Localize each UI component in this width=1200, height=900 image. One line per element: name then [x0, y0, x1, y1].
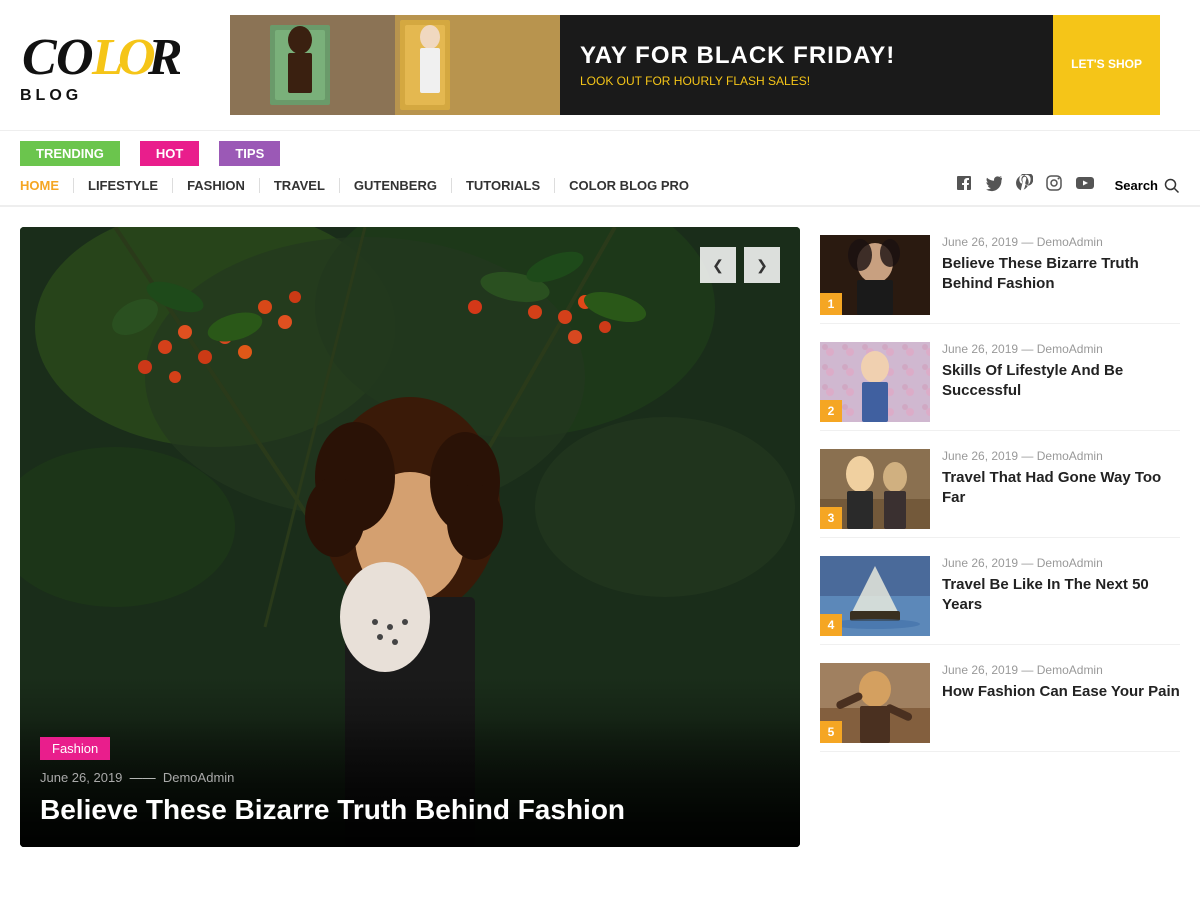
- search-label: Search: [1115, 178, 1158, 193]
- nav-travel[interactable]: TRAVEL: [260, 178, 340, 193]
- banner-cta-button[interactable]: LET'S SHOP: [1053, 15, 1160, 115]
- youtube-icon[interactable]: [1075, 174, 1095, 197]
- sidebar-title-2[interactable]: Skills Of Lifestyle And Be Successful: [942, 361, 1180, 400]
- nav-gutenberg[interactable]: GUTENBERG: [340, 178, 452, 193]
- nav-tags-bar: TRENDING HOT TIPS: [0, 131, 1200, 166]
- sidebar-thumb-5: 5: [820, 663, 930, 743]
- thumb-number-1: 1: [820, 293, 842, 315]
- banner-subtext: LOOK OUT FOR HOURLY FLASH SALES!: [580, 74, 1033, 88]
- tag-tips[interactable]: TIPS: [219, 141, 280, 166]
- sidebar-item: 1 June 26, 2019 — DemoAdmin Believe Thes…: [820, 227, 1180, 324]
- sidebar-title-4[interactable]: Travel Be Like In The Next 50 Years: [942, 575, 1180, 614]
- slider-nav: ❮ ❯: [700, 247, 780, 283]
- sidebar-thumb-2: 2: [820, 342, 930, 422]
- sidebar-meta-5: June 26, 2019 — DemoAdmin: [942, 663, 1180, 677]
- svg-text:C: C: [22, 29, 58, 81]
- featured-category-tag[interactable]: Fashion: [40, 737, 110, 760]
- nav-links: HOME LIFESTYLE FASHION TRAVEL GUTENBERG …: [20, 178, 935, 193]
- nav-colorblogpro[interactable]: COLOR BLOG PRO: [555, 178, 703, 193]
- next-slide-button[interactable]: ❯: [744, 247, 780, 283]
- sidebar-item-info-1: June 26, 2019 — DemoAdmin Believe These …: [942, 235, 1180, 293]
- nav-home[interactable]: HOME: [20, 178, 74, 193]
- featured-author: DemoAdmin: [163, 770, 235, 785]
- facebook-icon[interactable]: [955, 174, 973, 197]
- banner-image: [230, 15, 560, 115]
- tag-hot[interactable]: HOT: [140, 141, 199, 166]
- ad-banner: YAY FOR BLACK FRIDAY! LOOK OUT FOR HOURL…: [230, 15, 1160, 115]
- search-icon: [1164, 178, 1180, 194]
- sidebar-item: 4 June 26, 2019 — DemoAdmin Travel Be Li…: [820, 548, 1180, 645]
- thumb-number-3: 3: [820, 507, 842, 529]
- sidebar-thumb-4: 4: [820, 556, 930, 636]
- thumb-number-5: 5: [820, 721, 842, 743]
- sidebar-item: 3 June 26, 2019 — DemoAdmin Travel That …: [820, 441, 1180, 538]
- tag-trending[interactable]: TRENDING: [20, 141, 120, 166]
- sidebar-item: 5 June 26, 2019 — DemoAdmin How Fashion …: [820, 655, 1180, 752]
- main-navigation: HOME LIFESTYLE FASHION TRAVEL GUTENBERG …: [0, 166, 1200, 207]
- svg-text:R: R: [147, 29, 180, 81]
- pinterest-icon[interactable]: [1015, 174, 1033, 197]
- sidebar-thumb-3: 3: [820, 449, 930, 529]
- sidebar: 1 June 26, 2019 — DemoAdmin Believe Thes…: [820, 227, 1180, 847]
- svg-text:O: O: [56, 29, 94, 81]
- site-header: C O L O R BLOG: [0, 0, 1200, 131]
- search-button[interactable]: Search: [1115, 178, 1180, 194]
- sidebar-item-info-3: June 26, 2019 — DemoAdmin Travel That Ha…: [942, 449, 1180, 507]
- main-content-area: ❮ ❯ Fashion June 26, 2019 —— DemoAdmin B…: [0, 207, 1200, 867]
- social-links: [955, 174, 1095, 197]
- thumb-number-4: 4: [820, 614, 842, 636]
- thumb-number-2: 2: [820, 400, 842, 422]
- nav-fashion[interactable]: FASHION: [173, 178, 260, 193]
- site-logo[interactable]: C O L O R BLOG: [20, 26, 180, 105]
- sidebar-title-1[interactable]: Believe These Bizarre Truth Behind Fashi…: [942, 254, 1180, 293]
- sidebar-title-5[interactable]: How Fashion Can Ease Your Pain: [942, 682, 1180, 702]
- sidebar-title-3[interactable]: Travel That Had Gone Way Too Far: [942, 468, 1180, 507]
- sidebar-item-info-4: June 26, 2019 — DemoAdmin Travel Be Like…: [942, 556, 1180, 614]
- featured-date: June 26, 2019: [40, 770, 122, 785]
- sidebar-meta-4: June 26, 2019 — DemoAdmin: [942, 556, 1180, 570]
- nav-tutorials[interactable]: TUTORIALS: [452, 178, 555, 193]
- featured-image: ❮ ❯ Fashion June 26, 2019 —— DemoAdmin B…: [20, 227, 800, 847]
- logo-blog-text: BLOG: [20, 87, 82, 105]
- sidebar-thumb-1: 1: [820, 235, 930, 315]
- featured-article: ❮ ❯ Fashion June 26, 2019 —— DemoAdmin B…: [20, 227, 800, 847]
- sidebar-meta-2: June 26, 2019 — DemoAdmin: [942, 342, 1180, 356]
- logo-color-text: C O L O R: [20, 26, 180, 91]
- twitter-icon[interactable]: [985, 174, 1003, 197]
- sidebar-item-info-5: June 26, 2019 — DemoAdmin How Fashion Ca…: [942, 663, 1180, 702]
- sidebar-item-info-2: June 26, 2019 — DemoAdmin Skills Of Life…: [942, 342, 1180, 400]
- banner-headline: YAY FOR BLACK FRIDAY!: [580, 42, 1033, 70]
- sidebar-meta-3: June 26, 2019 — DemoAdmin: [942, 449, 1180, 463]
- featured-title[interactable]: Believe These Bizarre Truth Behind Fashi…: [40, 793, 780, 827]
- banner-text: YAY FOR BLACK FRIDAY! LOOK OUT FOR HOURL…: [560, 42, 1053, 88]
- nav-lifestyle[interactable]: LIFESTYLE: [74, 178, 173, 193]
- featured-overlay: Fashion June 26, 2019 —— DemoAdmin Belie…: [20, 717, 800, 847]
- sidebar-item: 2 June 26, 2019 — DemoAdmin Skills Of Li…: [820, 334, 1180, 431]
- instagram-icon[interactable]: [1045, 174, 1063, 197]
- prev-slide-button[interactable]: ❮: [700, 247, 736, 283]
- featured-meta: June 26, 2019 —— DemoAdmin: [40, 770, 780, 785]
- sidebar-meta-1: June 26, 2019 — DemoAdmin: [942, 235, 1180, 249]
